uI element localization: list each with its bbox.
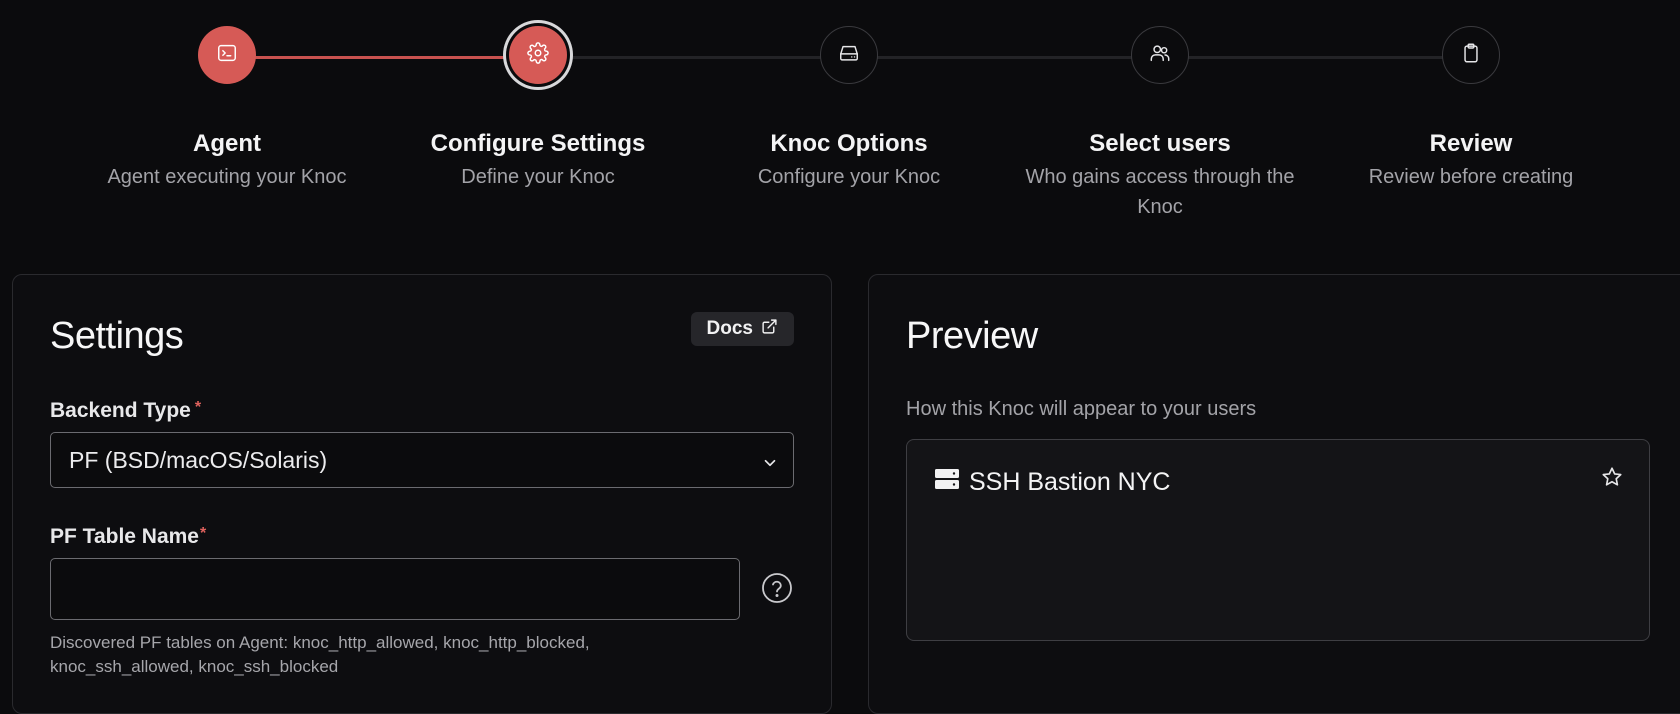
step-subtitle: Who gains access through the Knoc (1025, 166, 1295, 218)
pf-table-name-label-text: PF Table Name (50, 525, 199, 548)
step-configure-settings-circle[interactable] (509, 26, 567, 84)
preview-card: Preview How this Knoc will appear to you… (868, 274, 1680, 714)
step-configure-settings[interactable]: Configure Settings Define your Knoc (388, 26, 688, 192)
progress-stepper: Agent Agent executing your Knoc Configur… (0, 0, 1680, 240)
help-icon[interactable] (761, 572, 793, 609)
step-title: Select users (1089, 130, 1231, 157)
preview-subtitle: How this Knoc will appear to your users (906, 398, 1257, 420)
required-marker: * (194, 399, 202, 416)
preview-title: Preview (906, 315, 1038, 357)
clipboard-icon (1460, 42, 1482, 69)
users-icon (1148, 42, 1172, 69)
step-subtitle: Configure your Knoc (757, 166, 941, 188)
hard-drive-icon (838, 42, 860, 69)
chevron-down-icon (761, 451, 779, 478)
step-title: Review (1429, 130, 1513, 157)
settings-card: Settings Docs Backend Type * PF (BSD/macO… (12, 274, 832, 714)
step-title: Knoc Options (770, 130, 928, 157)
step-subtitle: Agent executing your Knoc (107, 166, 347, 188)
pf-table-name-input[interactable] (50, 558, 740, 620)
step-review-circle[interactable] (1442, 26, 1500, 84)
step-select-users-circle[interactable] (1131, 26, 1189, 84)
knoc-preview-tile[interactable]: SSH Bastion NYC (906, 439, 1650, 641)
pf-table-name-label: PF Table Name* (50, 525, 206, 549)
backend-type-select[interactable]: PF (BSD/macOS/Solaris) (50, 432, 794, 488)
backend-type-value: PF (BSD/macOS/Solaris) (69, 446, 328, 473)
backend-type-label-text: Backend Type (50, 399, 191, 422)
step-knoc-options[interactable]: Knoc Options Configure your Knoc (699, 26, 999, 192)
step-knoc-options-circle[interactable] (820, 26, 878, 84)
step-title: Agent (193, 130, 261, 157)
terminal-icon (216, 42, 238, 69)
step-subtitle: Review before creating (1368, 166, 1574, 188)
step-agent[interactable]: Agent Agent executing your Knoc (77, 26, 377, 192)
required-marker: * (200, 525, 207, 542)
step-title: Configure Settings (430, 130, 646, 157)
docs-label: Docs (706, 318, 753, 339)
step-agent-circle[interactable] (198, 26, 256, 84)
gear-icon (527, 41, 549, 69)
star-icon[interactable] (1601, 466, 1623, 493)
external-link-icon (761, 318, 778, 341)
step-select-users[interactable]: Select users Who gains access through th… (1010, 26, 1310, 222)
knoc-name-row: SSH Bastion NYC (935, 468, 1170, 497)
server-icon (935, 468, 959, 497)
knoc-name: SSH Bastion NYC (969, 468, 1171, 496)
backend-type-label: Backend Type * (50, 399, 201, 423)
step-review[interactable]: Review Review before creating (1321, 26, 1621, 192)
pf-table-help-text: Discovered PF tables on Agent: knoc_http… (50, 633, 590, 676)
docs-button[interactable]: Docs (690, 312, 794, 346)
step-subtitle: Define your Knoc (461, 166, 615, 188)
settings-title: Settings (50, 315, 184, 357)
